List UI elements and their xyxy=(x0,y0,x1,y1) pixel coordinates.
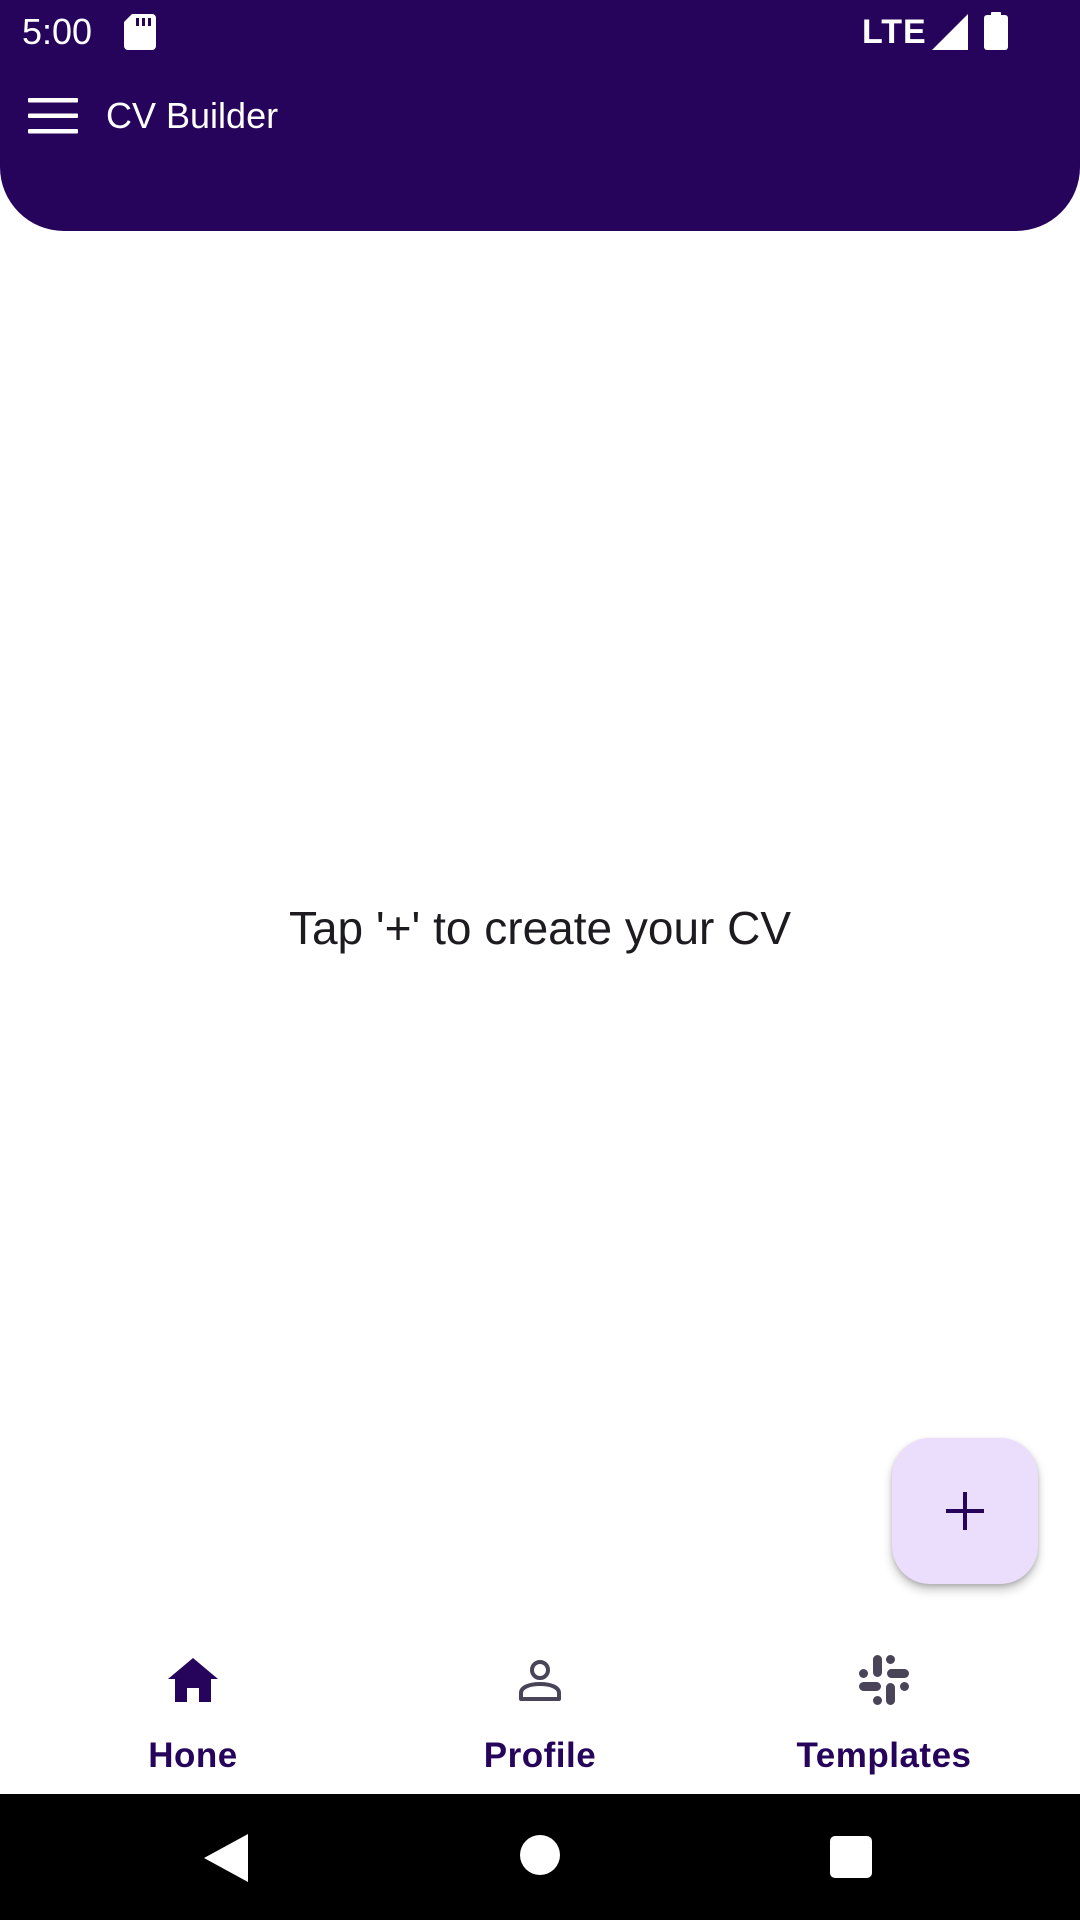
create-cv-fab[interactable] xyxy=(892,1438,1038,1584)
nav-item-profile[interactable]: Profile xyxy=(360,1628,720,1794)
plus-icon xyxy=(946,1492,984,1530)
slack-icon xyxy=(859,1655,909,1705)
nav-item-home[interactable]: Hone xyxy=(13,1628,373,1794)
empty-state-message: Tap '+' to create your CV xyxy=(288,902,792,954)
status-time: 5:00 xyxy=(22,11,93,52)
system-navigation-bar xyxy=(0,1794,1080,1920)
person-icon xyxy=(519,1660,561,1701)
battery-icon xyxy=(984,12,1008,50)
nav-item-templates[interactable]: Templates xyxy=(704,1628,1064,1794)
top-app-bar: 5:00 LTE CV Builder xyxy=(0,0,1080,231)
nav-label-profile: Profile xyxy=(483,1736,597,1775)
network-type-label: LTE xyxy=(862,13,927,51)
bottom-navigation: Hone Profile Templates xyxy=(0,1628,1080,1794)
back-icon[interactable] xyxy=(204,1834,248,1882)
sd-card-icon xyxy=(124,14,156,50)
home-icon xyxy=(168,1658,218,1702)
signal-icon xyxy=(932,14,968,50)
app-title: CV Builder xyxy=(106,95,279,136)
home-circle-icon[interactable] xyxy=(520,1835,560,1875)
menu-icon[interactable] xyxy=(28,98,78,134)
nav-label-home: Hone xyxy=(148,1736,238,1775)
recents-icon[interactable] xyxy=(830,1836,872,1878)
screen: 5:00 LTE CV Builder Tap '+' to create yo… xyxy=(0,0,1080,1920)
nav-label-templates: Templates xyxy=(796,1736,972,1775)
